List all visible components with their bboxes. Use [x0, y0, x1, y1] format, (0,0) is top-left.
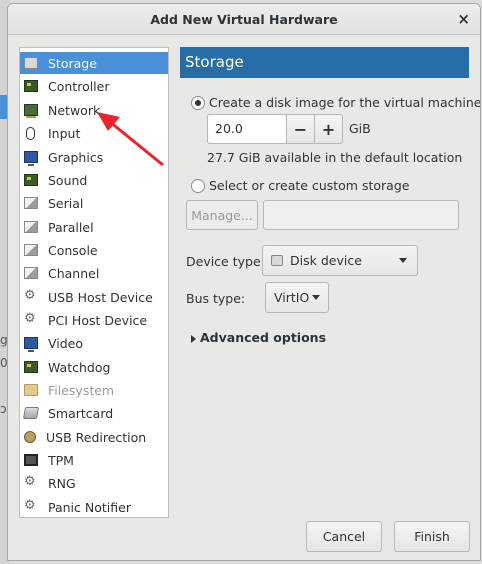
hardware-item-sound[interactable]: Sound: [20, 169, 168, 191]
hardware-item-label: Storage: [48, 55, 97, 71]
hardware-item-label: USB Host Device: [48, 289, 153, 305]
device-type-dropdown[interactable]: Disk device: [262, 245, 418, 276]
advanced-options-label: Advanced options: [200, 330, 327, 345]
available-space-text: 27.7 GiB available in the default locati…: [207, 150, 463, 165]
port-icon: [24, 244, 38, 256]
bus-type-label: Bus type:: [186, 291, 246, 306]
hardware-item-console[interactable]: Console: [20, 239, 168, 261]
hardware-item-label: Network: [48, 102, 101, 118]
hardware-item-usb-host-device[interactable]: USB Host Device: [20, 286, 168, 308]
hardware-item-channel[interactable]: Channel: [20, 262, 168, 284]
board-icon: [24, 80, 38, 92]
usb-icon: [24, 498, 38, 513]
chevron-down-icon: [312, 295, 320, 300]
hardware-item-label: Sound: [48, 172, 88, 188]
hardware-item-rng[interactable]: RNG: [20, 472, 168, 494]
hardware-item-pci-host-device[interactable]: PCI Host Device: [20, 309, 168, 331]
decrease-size-button[interactable]: −: [286, 114, 315, 144]
hardware-item-smartcard[interactable]: Smartcard: [20, 402, 168, 424]
hardware-item-graphics[interactable]: Graphics: [20, 146, 168, 168]
manage-button[interactable]: Manage...: [186, 200, 258, 230]
board-icon: [24, 174, 38, 186]
hardware-item-label: RNG: [48, 475, 76, 491]
hardware-item-label: Input: [48, 125, 81, 141]
port-icon: [24, 267, 38, 279]
hardware-item-label: Graphics: [48, 149, 104, 165]
hardware-type-list: Storage Controller Network Input Graphics Sou…: [19, 47, 169, 518]
device-type-value: Disk device: [290, 253, 362, 268]
increase-size-button[interactable]: +: [314, 114, 343, 144]
redirection-icon: [24, 431, 36, 443]
hardware-item-label: Console: [48, 242, 98, 258]
hardware-item-parallel[interactable]: Parallel: [20, 216, 168, 238]
hardware-item-input[interactable]: Input: [20, 122, 168, 144]
dialog-titlebar: Add New Virtual Hardware ×: [8, 4, 480, 35]
board-icon: [24, 361, 38, 373]
usb-icon: [24, 288, 38, 303]
mouse-icon: [26, 126, 35, 140]
create-disk-label: Create a disk image for the virtual mach…: [209, 95, 481, 110]
hardware-item-label: Watchdog: [48, 359, 111, 375]
cancel-button[interactable]: Cancel: [306, 521, 382, 552]
add-hardware-dialog: Add New Virtual Hardware × Storage Contro…: [7, 3, 481, 561]
background-text-fragment: ɔ: [0, 402, 7, 416]
section-header: Storage: [180, 47, 469, 78]
hardware-item-label: PCI Host Device: [48, 312, 148, 328]
bus-type-value: VirtIO: [274, 290, 310, 305]
hardware-item-controller[interactable]: Controller: [20, 75, 168, 97]
hardware-item-tpm[interactable]: TPM: [20, 449, 168, 471]
create-disk-radio[interactable]: [191, 96, 205, 110]
custom-storage-path-input[interactable]: [263, 200, 459, 230]
disk-icon: [271, 255, 283, 266]
hardware-item-label: Filesystem: [48, 382, 115, 398]
port-icon: [24, 221, 38, 233]
smartcard-icon: [22, 407, 40, 419]
hardware-item-label: Controller: [48, 78, 110, 94]
hardware-item-panic-notifier[interactable]: Panic Notifier: [20, 496, 168, 518]
hardware-item-watchdog[interactable]: Watchdog: [20, 356, 168, 378]
bus-type-dropdown[interactable]: VirtIO: [265, 282, 329, 313]
monitor-icon: [24, 337, 38, 352]
device-type-label: Device type:: [186, 254, 265, 269]
hardware-item-label: Video: [48, 335, 84, 351]
hardware-item-label: USB Redirection: [46, 429, 147, 445]
chip-icon: [24, 454, 38, 466]
disk-icon: [24, 57, 38, 69]
close-icon[interactable]: ×: [457, 10, 470, 28]
hardware-item-network[interactable]: Network: [20, 99, 168, 121]
hardware-item-usb-redirection[interactable]: USB Redirection: [20, 426, 168, 448]
expander-arrow-icon: [191, 335, 196, 343]
usb-icon: [24, 311, 38, 326]
usb-icon: [24, 474, 38, 489]
custom-storage-label: Select or create custom storage: [209, 178, 410, 193]
hardware-item-serial[interactable]: Serial: [20, 192, 168, 214]
custom-storage-radio[interactable]: [191, 179, 205, 193]
dialog-title: Add New Virtual Hardware: [150, 12, 338, 27]
folder-icon: [24, 384, 38, 396]
port-icon: [24, 197, 38, 209]
hardware-item-label: Smartcard: [48, 405, 114, 421]
hardware-item-label: TPM: [48, 452, 74, 468]
advanced-options-expander[interactable]: Advanced options: [188, 330, 326, 348]
hardware-item-label: Serial: [48, 195, 84, 211]
hardware-item-label: Channel: [48, 265, 100, 281]
network-card-icon: [24, 104, 38, 118]
hardware-item-filesystem[interactable]: Filesystem: [20, 379, 168, 401]
finish-button[interactable]: Finish: [394, 521, 470, 552]
hardware-item-label: Parallel: [48, 219, 94, 235]
hardware-item-label: Panic Notifier: [48, 499, 131, 515]
size-unit-label: GiB: [349, 121, 371, 136]
disk-size-input[interactable]: 20.0: [207, 114, 287, 144]
chevron-down-icon: [399, 258, 407, 263]
hardware-item-video[interactable]: Video: [20, 332, 168, 354]
monitor-icon: [24, 151, 38, 166]
hardware-item-storage[interactable]: Storage: [20, 52, 168, 74]
